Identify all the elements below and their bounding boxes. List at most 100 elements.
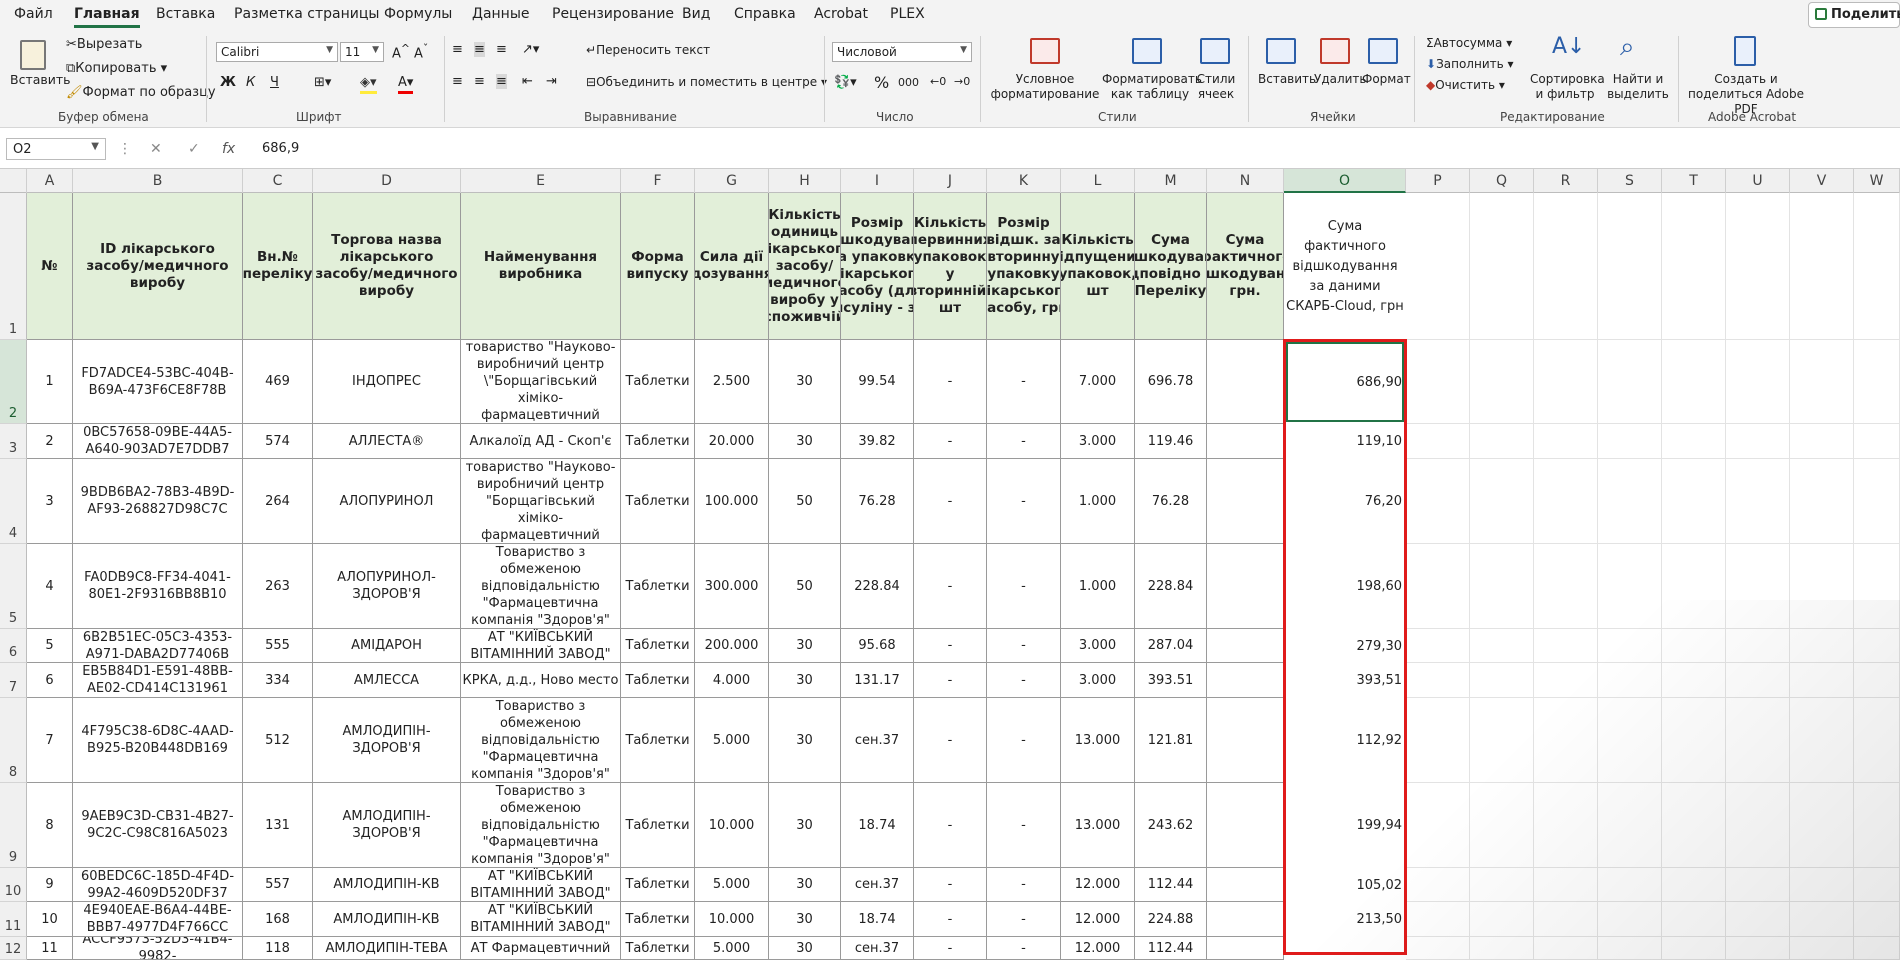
column-header-e[interactable]: E — [461, 169, 621, 193]
column-header-o[interactable]: O — [1284, 169, 1406, 193]
cell-j4[interactable]: - — [914, 459, 987, 544]
row-header-1[interactable]: 1 — [0, 193, 27, 340]
cell-i3[interactable]: 39.82 — [841, 424, 914, 459]
empty-cell[interactable] — [1790, 902, 1854, 937]
cell-o10[interactable]: 105,02 — [1284, 868, 1406, 902]
cell-k4[interactable]: - — [987, 459, 1061, 544]
cell-b10[interactable]: 60BEDC6C-185D-4F4D-99A2-4609D520DF37 — [73, 868, 243, 902]
cell-i12[interactable]: сен.37 — [841, 937, 914, 960]
empty-cell[interactable] — [1470, 663, 1534, 698]
formula-input[interactable]: 686,9 — [262, 141, 299, 156]
empty-cell[interactable] — [1406, 424, 1470, 459]
header-cell-o[interactable]: Сума фактичного відшкодування за даними … — [1284, 193, 1406, 340]
header-cell-l[interactable]: Кількість відпущених упаковок, шт — [1061, 193, 1135, 340]
empty-cell[interactable] — [1726, 459, 1790, 544]
select-all-corner[interactable] — [0, 169, 27, 193]
column-header-s[interactable]: S — [1598, 169, 1662, 193]
merge-center-button[interactable]: ⊟ Объединить и поместить в центре ▾ — [586, 75, 827, 89]
empty-cell[interactable] — [1854, 544, 1900, 629]
cell-e5[interactable]: Товариство з обмеженою відповідальністю … — [461, 544, 621, 629]
cell-n10[interactable] — [1207, 868, 1284, 902]
function-icon[interactable]: fx — [222, 141, 235, 157]
column-header-n[interactable]: N — [1207, 169, 1284, 193]
decrease-decimal-icon[interactable]: →0 — [954, 75, 970, 88]
tab-insert[interactable]: Вставка — [156, 6, 215, 22]
cell-styles-button[interactable]: Стили ячеек — [1192, 72, 1240, 102]
cell-n7[interactable] — [1207, 663, 1284, 698]
column-header-c[interactable]: C — [243, 169, 313, 193]
cell-f5[interactable]: Таблетки — [621, 544, 695, 629]
cell-k7[interactable]: - — [987, 663, 1061, 698]
cell-c9[interactable]: 131 — [243, 783, 313, 868]
empty-cell[interactable] — [1598, 783, 1662, 868]
cell-f8[interactable]: Таблетки — [621, 698, 695, 783]
cell-o9[interactable]: 199,94 — [1284, 783, 1406, 868]
tab-home[interactable]: Главная — [74, 6, 140, 28]
tab-view[interactable]: Вид — [682, 6, 710, 22]
percent-button[interactable]: % — [874, 73, 889, 92]
cell-b5[interactable]: FA0DB9C8-FF34-4041-80E1-2F9316BB8B10 — [73, 544, 243, 629]
row-header-8[interactable]: 8 — [0, 698, 27, 783]
empty-cell[interactable] — [1534, 902, 1598, 937]
align-center-icon[interactable]: ≡ — [474, 74, 485, 89]
cell-b3[interactable]: 0BC57658-09BE-44A5-A640-903AD7E7DDB7 — [73, 424, 243, 459]
row-header-5[interactable]: 5 — [0, 544, 27, 629]
increase-font-icon[interactable]: A^ — [392, 42, 410, 61]
empty-cell[interactable] — [1470, 459, 1534, 544]
column-header-f[interactable]: F — [621, 169, 695, 193]
empty-cell[interactable] — [1662, 459, 1726, 544]
empty-cell[interactable] — [1854, 340, 1900, 424]
header-cell-n[interactable]: Сума фактичного відшкодування, грн. — [1207, 193, 1284, 340]
empty-cell[interactable] — [1662, 424, 1726, 459]
clear-button[interactable]: ◆ Очистить ▾ — [1426, 78, 1505, 92]
empty-cell[interactable] — [1470, 544, 1534, 629]
cell-c5[interactable]: 263 — [243, 544, 313, 629]
empty-cell[interactable] — [1598, 629, 1662, 663]
cell-e12[interactable]: АТ Фармацевтичний — [461, 937, 621, 960]
empty-cell[interactable] — [1598, 459, 1662, 544]
cell-o3[interactable]: 119,10 — [1284, 424, 1406, 459]
cell-a9[interactable]: 8 — [27, 783, 73, 868]
cell-m5[interactable]: 228.84 — [1135, 544, 1207, 629]
empty-cell[interactable] — [1662, 663, 1726, 698]
row-header-11[interactable]: 11 — [0, 902, 27, 937]
cell-j11[interactable]: - — [914, 902, 987, 937]
empty-cell[interactable] — [1470, 698, 1534, 783]
cell-n12[interactable] — [1207, 937, 1284, 960]
cell-d5[interactable]: АЛОПУРИНОЛ-ЗДОРОВ'Я — [313, 544, 461, 629]
cell-f12[interactable]: Таблетки — [621, 937, 695, 960]
cell-o7[interactable]: 393,51 — [1284, 663, 1406, 698]
cell-l4[interactable]: 1.000 — [1061, 459, 1135, 544]
cell-m7[interactable]: 393.51 — [1135, 663, 1207, 698]
empty-cell[interactable] — [1854, 424, 1900, 459]
empty-cell[interactable] — [1662, 868, 1726, 902]
cell-h7[interactable]: 30 — [769, 663, 841, 698]
italic-button[interactable]: К — [246, 75, 255, 90]
cell-a11[interactable]: 10 — [27, 902, 73, 937]
empty-cell[interactable] — [1790, 544, 1854, 629]
cell-m4[interactable]: 76.28 — [1135, 459, 1207, 544]
cell-i4[interactable]: 76.28 — [841, 459, 914, 544]
empty-cell[interactable] — [1406, 868, 1470, 902]
empty-cell[interactable] — [1470, 629, 1534, 663]
cell-j10[interactable]: - — [914, 868, 987, 902]
cell-i9[interactable]: 18.74 — [841, 783, 914, 868]
empty-cell[interactable] — [1854, 868, 1900, 902]
cell-b6[interactable]: 6B2B51EC-05C3-4353-A971-DABA2D77406B — [73, 629, 243, 663]
cell-c2[interactable]: 469 — [243, 340, 313, 424]
cell-b9[interactable]: 9AEB9C3D-CB31-4B27-9C2C-C98C816A5023 — [73, 783, 243, 868]
thousands-button[interactable]: 000 — [898, 76, 919, 89]
tab-file[interactable]: Файл — [14, 6, 53, 22]
column-header-p[interactable]: P — [1406, 169, 1470, 193]
empty-cell[interactable] — [1406, 544, 1470, 629]
empty-cell[interactable] — [1726, 193, 1790, 340]
cell-i5[interactable]: 228.84 — [841, 544, 914, 629]
currency-icon[interactable]: 💱▾ — [834, 75, 857, 90]
cell-k3[interactable]: - — [987, 424, 1061, 459]
cell-h4[interactable]: 50 — [769, 459, 841, 544]
cell-l6[interactable]: 3.000 — [1061, 629, 1135, 663]
tab-review[interactable]: Рецензирование — [552, 6, 674, 22]
font-size-select[interactable]: 11 ▼ — [340, 42, 384, 62]
empty-cell[interactable] — [1406, 698, 1470, 783]
cell-d7[interactable]: АМЛЕССА — [313, 663, 461, 698]
